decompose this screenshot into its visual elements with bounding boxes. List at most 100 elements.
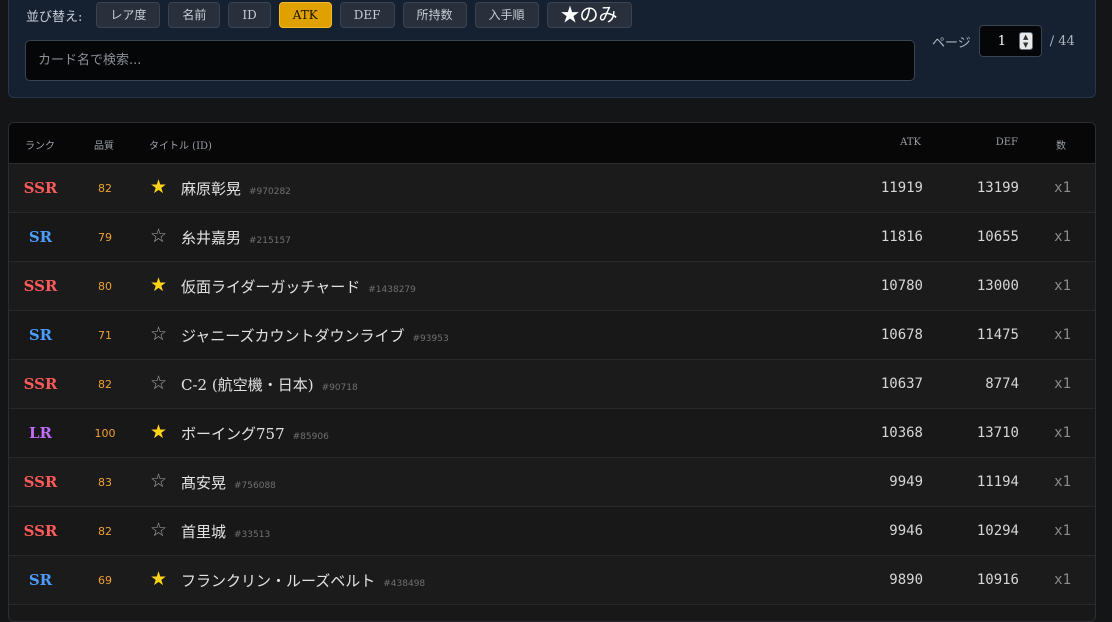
star-outline-icon[interactable]: ☆: [150, 470, 167, 492]
card-id: #1438279: [368, 285, 416, 295]
table-row[interactable]: SR 69 ★ フランクリン・ルーズベルト #438498 9890 10916 x1: [9, 556, 1095, 605]
card-id: #93953: [412, 334, 449, 344]
rarity-rank: LR: [28, 424, 52, 442]
owned-count: x1: [1054, 278, 1071, 294]
card-id: #90718: [321, 383, 358, 393]
card-title[interactable]: フランクリン・ルーズベルト: [181, 570, 375, 591]
card-title-cell: 仮面ライダーガッチャード #1438279: [181, 276, 416, 297]
star-outline-icon[interactable]: ☆: [150, 372, 167, 394]
rarity-rank: SSR: [23, 473, 58, 491]
sort-atk-button[interactable]: ATK: [278, 2, 332, 28]
page-number-input[interactable]: 1 ▲ ▼: [978, 25, 1042, 57]
card-id: #215157: [249, 236, 291, 246]
sort-def-button[interactable]: DEF: [339, 2, 395, 28]
def-value: 10916: [976, 572, 1019, 588]
atk-value: 10780: [880, 278, 923, 294]
table-row[interactable]: SR 79 ☆ 糸井嘉男 #215157 11816 10655 x1: [9, 213, 1095, 262]
header-rank[interactable]: ランク: [25, 137, 55, 152]
table-row[interactable]: SSR 80 ★ 仮面ライダーガッチャード #1438279 10780 13000 x1: [9, 262, 1095, 311]
def-value: 10294: [976, 523, 1019, 539]
table-row[interactable]: SSR 82 ☆ C-2 (航空機・日本) #90718 10637 8774 x1: [9, 360, 1095, 409]
card-title-cell: 麻原彰晃 #970282: [181, 178, 291, 199]
star-outline-icon[interactable]: ☆: [150, 323, 167, 345]
atk-value: 10637: [880, 376, 923, 392]
owned-count: x1: [1054, 425, 1071, 441]
star-filled-icon[interactable]: ★: [150, 274, 167, 296]
atk-value: 10678: [880, 327, 923, 343]
card-title[interactable]: 首里城: [181, 521, 226, 542]
favorites-only-button[interactable]: ★のみ: [546, 2, 632, 28]
def-value: 11475: [976, 327, 1019, 343]
sort-bar: 並び替え: レア度 名前 ID ATK DEF 所持数 入手順 ★のみ: [26, 2, 632, 28]
list-body: SSR 82 ★ 麻原彰晃 #970282 11919 13199 x1 SR 79 ☆ 糸井嘉男 #2…: [9, 164, 1095, 605]
card-title-cell: 首里城 #33513: [181, 521, 270, 542]
atk-value: 11919: [880, 180, 923, 196]
sort-name-button[interactable]: 名前: [168, 2, 221, 28]
owned-count: x1: [1054, 180, 1071, 196]
table-row[interactable]: SSR 82 ☆ 首里城 #33513 9946 10294 x1: [9, 507, 1095, 556]
header-def[interactable]: DEF: [996, 137, 1018, 148]
def-value: 13710: [976, 425, 1019, 441]
card-title[interactable]: 髙安晃: [181, 472, 226, 493]
star-filled-icon[interactable]: ★: [150, 568, 167, 590]
atk-value: 9946: [889, 523, 923, 539]
atk-value: 11816: [880, 229, 923, 245]
page-label: ページ: [932, 35, 971, 51]
sort-owned-count-button[interactable]: 所持数: [402, 2, 467, 28]
page-number-value: 1: [997, 33, 1007, 49]
card-title-cell: ジャニーズカウントダウンライブ #93953: [181, 325, 449, 346]
card-title[interactable]: ボーイング757: [181, 423, 285, 444]
def-value: 13199: [976, 180, 1019, 196]
owned-count: x1: [1054, 327, 1071, 343]
sort-id-button[interactable]: ID: [228, 2, 271, 28]
card-title[interactable]: ジャニーズカウントダウンライブ: [181, 325, 405, 346]
sort-acquired-order-button[interactable]: 入手順: [474, 2, 539, 28]
card-title[interactable]: 仮面ライダーガッチャード: [181, 276, 360, 297]
star-outline-icon[interactable]: ☆: [150, 519, 167, 541]
page-spinner-icon[interactable]: ▲ ▼: [1018, 32, 1033, 50]
rarity-rank: SSR: [23, 277, 58, 295]
list-header: ランク 品質 タイトル (ID) ATK DEF 数: [9, 123, 1095, 164]
card-title[interactable]: C-2 (航空機・日本): [181, 374, 314, 395]
table-row[interactable]: SSR 82 ★ 麻原彰晃 #970282 11919 13199 x1: [9, 164, 1095, 213]
atk-value: 9949: [889, 474, 923, 490]
owned-count: x1: [1054, 229, 1071, 245]
header-title[interactable]: タイトル (ID): [149, 137, 212, 152]
card-title-cell: フランクリン・ルーズベルト #438498: [181, 570, 425, 591]
table-row[interactable]: SSR 83 ☆ 髙安晃 #756088 9949 11194 x1: [9, 458, 1095, 507]
card-list: ランク 品質 タイトル (ID) ATK DEF 数 SSR 82 ★ 麻原彰晃 #97…: [8, 122, 1096, 622]
card-title[interactable]: 麻原彰晃: [181, 178, 241, 199]
table-row[interactable]: SR 71 ☆ ジャニーズカウントダウンライブ #93953 10678 11475 x1: [9, 311, 1095, 360]
quality-value: 82: [98, 378, 112, 391]
rarity-rank: SR: [28, 571, 53, 589]
star-outline-icon[interactable]: ☆: [150, 225, 167, 247]
rarity-rank: SR: [28, 228, 53, 246]
rarity-rank: SSR: [23, 522, 58, 540]
star-filled-icon[interactable]: ★: [150, 421, 167, 443]
header-quality[interactable]: 品質: [94, 137, 114, 152]
card-id: #438498: [383, 579, 426, 589]
rarity-rank: SSR: [23, 375, 58, 393]
owned-count: x1: [1054, 376, 1071, 392]
card-id: #33513: [234, 530, 271, 540]
owned-count: x1: [1054, 572, 1071, 588]
header-count[interactable]: 数: [1056, 137, 1066, 152]
def-value: 11194: [976, 474, 1019, 490]
quality-value: 79: [98, 231, 112, 244]
card-id: #756088: [234, 481, 276, 491]
sort-label: 並び替え:: [26, 9, 83, 25]
def-value: 10655: [976, 229, 1019, 245]
quality-value: 82: [98, 525, 112, 538]
sort-rarity-button[interactable]: レア度: [96, 2, 161, 28]
card-search-input[interactable]: [25, 40, 915, 81]
card-title-cell: 糸井嘉男 #215157: [181, 227, 291, 248]
table-row[interactable]: LR 100 ★ ボーイング757 #85906 10368 13710 x1: [9, 409, 1095, 458]
atk-value: 9890: [889, 572, 923, 588]
owned-count: x1: [1054, 474, 1071, 490]
header-atk[interactable]: ATK: [900, 137, 921, 148]
page-total: / 44: [1049, 33, 1075, 49]
def-value: 13000: [976, 278, 1019, 294]
card-title[interactable]: 糸井嘉男: [181, 227, 241, 248]
card-title-cell: 髙安晃 #756088: [181, 472, 276, 493]
star-filled-icon[interactable]: ★: [150, 176, 167, 198]
